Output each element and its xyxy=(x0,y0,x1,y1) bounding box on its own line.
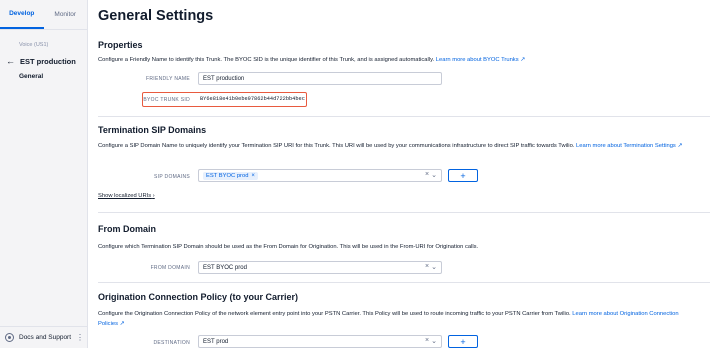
from-domain-description: Configure which Termination SIP Domain s… xyxy=(98,244,479,250)
destination-label: DESTINATION xyxy=(153,340,190,346)
termination-description: Configure a SIP Domain Name to uniquely … xyxy=(98,142,698,152)
properties-heading: Properties xyxy=(98,40,143,50)
sidebar-item-general[interactable]: General xyxy=(19,73,43,80)
back-label: EST production xyxy=(20,56,76,66)
show-localized-uris-label: Show localized URIs xyxy=(98,193,152,199)
show-localized-uris-link[interactable]: Show localized URIs › xyxy=(98,193,155,199)
add-sip-domain-button[interactable]: + xyxy=(448,169,478,182)
properties-description: Configure a Friendly Name to identify th… xyxy=(98,56,698,66)
sip-domains-select[interactable]: EST BYOC prod × × ⌄ xyxy=(198,169,442,182)
docs-and-support-label: Docs and Support xyxy=(19,334,72,341)
clear-icon[interactable]: × xyxy=(425,337,429,345)
back-to-trunk-link[interactable]: ← EST production xyxy=(6,56,76,66)
learn-more-termination-link[interactable]: Learn more about Termination Settings ↗ xyxy=(576,143,682,149)
termination-heading: Termination SIP Domains xyxy=(98,125,207,135)
friendly-name-label: FRIENDLY NAME xyxy=(146,76,190,82)
select-controls: × ⌄ xyxy=(425,263,437,271)
properties-desc-text: Configure a Friendly Name to identify th… xyxy=(98,57,435,63)
add-destination-button[interactable]: + xyxy=(448,335,478,348)
byoc-trunk-sid-value: BY6e818e41b0ebe97862b44d722bb4bec xyxy=(200,96,305,102)
arrow-left-icon: ← xyxy=(6,56,15,66)
docs-and-support[interactable]: Docs and Support ⋮ xyxy=(0,326,88,348)
friendly-name-input[interactable]: EST production xyxy=(198,72,442,85)
sip-domains-label: SIP DOMAINS xyxy=(154,174,190,180)
main-content: General Settings Properties Configure a … xyxy=(88,0,720,348)
tab-monitor[interactable]: Monitor xyxy=(44,0,88,29)
from-domain-label: FROM DOMAIN xyxy=(150,265,190,271)
divider xyxy=(98,282,710,283)
origination-description: Configure the Origination Connection Pol… xyxy=(98,310,698,329)
help-icon xyxy=(5,333,14,342)
select-controls: × ⌄ xyxy=(425,337,437,345)
sip-domain-chip-label: EST BYOC prod xyxy=(206,172,249,179)
byoc-trunk-sid-label: BYOC TRUNK SID xyxy=(143,97,190,103)
chevron-right-icon: › xyxy=(152,193,155,199)
select-controls: × ⌄ xyxy=(425,171,437,179)
sidebar-crumb: Voice (US1) xyxy=(19,42,49,48)
tab-develop[interactable]: Develop xyxy=(0,0,44,29)
clear-icon[interactable]: × xyxy=(425,263,429,271)
clear-icon[interactable]: × xyxy=(425,171,429,179)
from-domain-heading: From Domain xyxy=(98,224,157,234)
sidebar-tabs: Develop Monitor xyxy=(0,0,87,30)
origination-heading: Origination Connection Policy (to your C… xyxy=(98,292,299,302)
destination-select[interactable]: EST prod × ⌄ xyxy=(198,335,442,348)
sidebar: Develop Monitor Voice (US1) ← EST produc… xyxy=(0,0,88,348)
termination-desc-text: Configure a SIP Domain Name to uniquely … xyxy=(98,143,575,149)
divider xyxy=(98,212,710,213)
learn-more-byoc-link[interactable]: Learn more about BYOC Trunks ↗ xyxy=(436,57,525,63)
sip-domain-chip[interactable]: EST BYOC prod × xyxy=(203,171,258,180)
from-domain-select[interactable]: EST BYOC prod × ⌄ xyxy=(198,261,442,274)
kebab-menu-icon[interactable]: ⋮ xyxy=(76,333,84,342)
origination-desc-text: Configure the Origination Connection Pol… xyxy=(98,311,571,317)
remove-chip-icon[interactable]: × xyxy=(251,173,255,179)
chevron-down-icon[interactable]: ⌄ xyxy=(431,263,437,271)
from-domain-value: EST BYOC prod xyxy=(203,264,247,271)
divider xyxy=(98,116,710,117)
chevron-down-icon[interactable]: ⌄ xyxy=(431,171,437,179)
page-title: General Settings xyxy=(98,8,214,24)
chevron-down-icon[interactable]: ⌄ xyxy=(431,337,437,345)
destination-value: EST prod xyxy=(203,338,229,345)
